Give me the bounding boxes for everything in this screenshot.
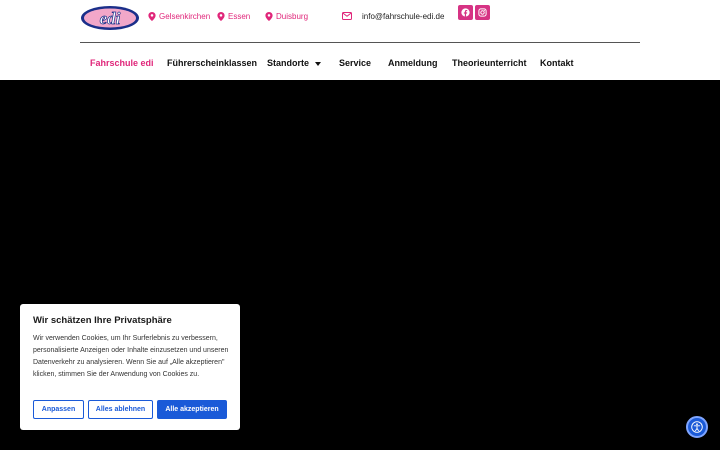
nav-item-anmeldung[interactable]: Anmeldung	[388, 58, 438, 70]
location-label: Essen	[228, 11, 251, 21]
customize-button[interactable]: Anpassen	[33, 400, 84, 419]
map-pin-icon	[148, 11, 156, 21]
svg-text:edi: edi	[100, 9, 121, 28]
nav-item-fuehrerscheinklassen[interactable]: Führerscheinklassen	[167, 58, 257, 70]
map-pin-icon	[265, 11, 273, 21]
location-duisburg[interactable]: Duisburg	[265, 10, 308, 22]
nav-item-standorte[interactable]: Standorte	[267, 58, 322, 70]
accept-all-button[interactable]: Alle akzeptieren	[157, 400, 227, 419]
nav-item-fahrschule-edi[interactable]: Fahrschule edi	[90, 58, 154, 70]
consent-title: Wir schätzen Ihre Privatsphäre	[33, 315, 172, 326]
envelope-icon	[342, 12, 352, 20]
nav-item-kontakt[interactable]: Kontakt	[540, 58, 574, 70]
facebook-button[interactable]	[458, 5, 473, 20]
nav-item-theorieunterricht[interactable]: Theorieunterricht	[452, 58, 527, 70]
location-essen[interactable]: Essen	[217, 10, 250, 22]
nav-item-service[interactable]: Service	[339, 58, 371, 70]
nav-item-label: Standorte	[267, 58, 310, 68]
instagram-icon	[478, 8, 487, 17]
location-label: Duisburg	[276, 11, 309, 21]
location-label: Gelsenkirchen	[159, 11, 211, 21]
accessibility-icon	[691, 421, 703, 433]
site-header: edi Gelsenkirchen Essen Duisburg info@fa…	[0, 0, 720, 80]
map-pin-icon	[217, 11, 225, 21]
facebook-icon	[461, 8, 470, 17]
instagram-button[interactable]	[475, 5, 490, 20]
email-address: info@fahrschule-edi.de	[362, 11, 445, 21]
fahrschule-edi-logo[interactable]: edi	[80, 4, 140, 32]
accessibility-button[interactable]	[686, 416, 708, 438]
caret-down-icon	[315, 61, 322, 66]
location-gelsenkirchen[interactable]: Gelsenkirchen	[148, 10, 210, 22]
email-link[interactable]: info@fahrschule-edi.de	[342, 10, 444, 22]
cookie-consent-dialog: Wir schätzen Ihre Privatsphäre Wir verwe…	[20, 304, 240, 430]
header-divider	[80, 42, 640, 43]
consent-text: Wir verwenden Cookies, um Ihr Surferlebn…	[33, 335, 229, 378]
reject-all-button[interactable]: Alles ablehnen	[88, 400, 153, 419]
